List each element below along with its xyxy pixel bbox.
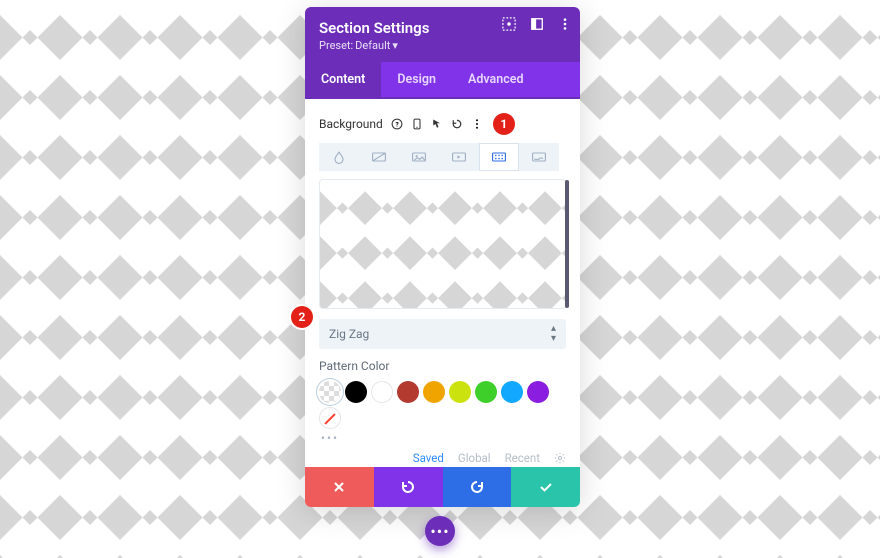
bg-type-mask[interactable] [519, 143, 559, 171]
chevron-down-icon: ▾ [392, 39, 398, 52]
swatch-transparent[interactable] [319, 381, 341, 403]
help-icon[interactable]: ? [391, 118, 403, 130]
bg-type-pattern[interactable] [479, 143, 519, 171]
swatch-white[interactable] [371, 381, 393, 403]
swatch-blue[interactable] [501, 381, 523, 403]
tab-advanced[interactable]: Advanced [452, 62, 540, 97]
menu-dots-icon[interactable] [558, 17, 572, 31]
more-swatches[interactable]: ••• [319, 431, 341, 445]
more-icon[interactable] [471, 118, 483, 130]
callout-2: 2 [291, 306, 313, 328]
undo-button[interactable] [374, 467, 443, 507]
swatch-red[interactable] [397, 381, 419, 403]
cancel-button[interactable] [305, 467, 374, 507]
dock-icon[interactable] [530, 17, 544, 31]
tab-design[interactable]: Design [381, 62, 452, 97]
header-actions [502, 17, 572, 31]
background-label: Background [319, 117, 383, 131]
bg-type-image[interactable] [399, 143, 439, 171]
panel-body: Background ? 1 Zig Zag ▴▾ Pattern Color [305, 99, 580, 467]
pattern-style-value: Zig Zag [329, 327, 369, 341]
swatch-none[interactable] [319, 407, 341, 429]
swatch-green[interactable] [475, 381, 497, 403]
palette-settings-icon[interactable] [554, 452, 566, 464]
preset-row[interactable]: Preset: Default ▾ [319, 39, 566, 52]
palette-tab-saved[interactable]: Saved [413, 451, 444, 465]
panel-header: Section Settings Preset: Default ▾ Conte… [305, 7, 580, 99]
bg-type-gradient[interactable] [359, 143, 399, 171]
color-swatches [319, 381, 566, 429]
palette-tabs: Saved Global Recent [319, 451, 566, 465]
preset-label: Preset: [319, 39, 353, 52]
pattern-style-select[interactable]: Zig Zag ▴▾ [319, 319, 566, 349]
settings-panel: Section Settings Preset: Default ▾ Conte… [305, 7, 580, 507]
bg-type-video[interactable] [439, 143, 479, 171]
panel-footer [305, 467, 580, 507]
preset-value: Default [355, 39, 390, 52]
fab-button[interactable]: ••• [425, 516, 455, 546]
palette-tab-global[interactable]: Global [458, 451, 491, 465]
scrollbar[interactable] [565, 180, 569, 308]
pattern-preview [319, 179, 566, 309]
callout-1: 1 [493, 113, 515, 135]
svg-text:?: ? [395, 120, 399, 128]
tab-content[interactable]: Content [305, 62, 381, 97]
tablet-icon[interactable] [411, 118, 423, 130]
background-heading-row: Background ? 1 [319, 113, 566, 135]
palette-tab-recent[interactable]: Recent [505, 451, 540, 465]
swatch-purple[interactable] [527, 381, 549, 403]
reset-icon[interactable] [451, 118, 463, 130]
pattern-color-label: Pattern Color [319, 359, 566, 373]
swatch-black[interactable] [345, 381, 367, 403]
bg-type-color[interactable] [319, 143, 359, 171]
expand-icon[interactable] [502, 17, 516, 31]
redo-button[interactable] [443, 467, 512, 507]
hover-icon[interactable] [431, 118, 443, 130]
background-type-tabs [319, 143, 566, 171]
save-button[interactable] [511, 467, 580, 507]
select-caret-icon: ▴▾ [551, 324, 556, 344]
swatch-lime[interactable] [449, 381, 471, 403]
swatch-orange[interactable] [423, 381, 445, 403]
